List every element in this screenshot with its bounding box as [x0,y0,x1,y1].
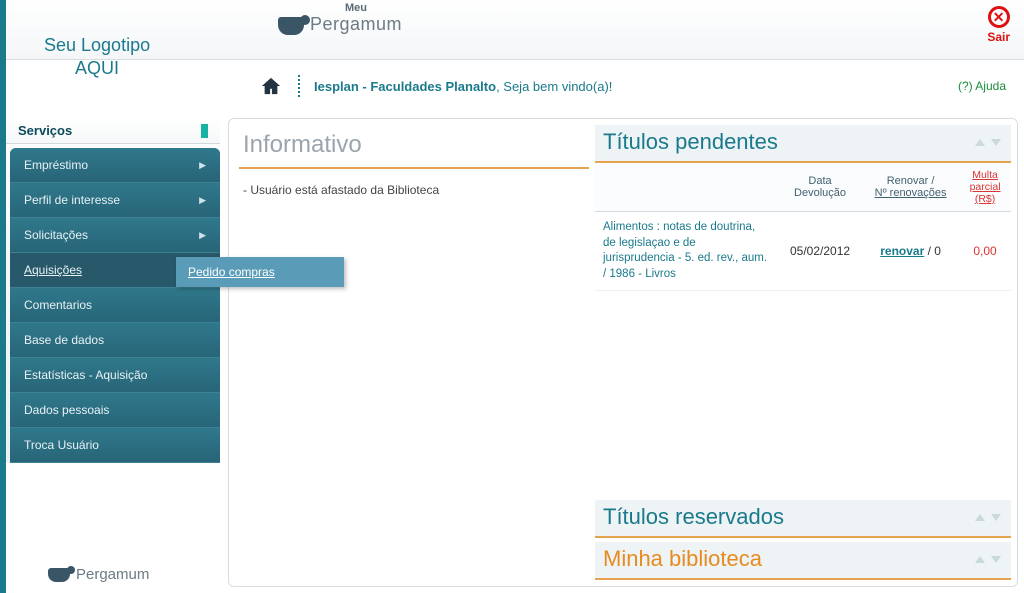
pending-table: Data Devolução Renovar / Nº renovações M… [595,163,1011,291]
arrow-down-icon [991,556,1001,563]
chevron-right-icon: ▶ [199,160,206,171]
sidebar-item-base-dados[interactable]: Base de dados [10,323,220,358]
mylib-header[interactable]: Minha biblioteca [595,542,1011,580]
pending-title: Títulos pendentes [603,129,778,155]
footer-brand: Pergamum [48,566,149,583]
arrow-down-icon [991,139,1001,146]
exit-label: Sair [987,30,1010,44]
sort-arrows[interactable] [973,506,1003,528]
col-date: Data Devolução [778,163,862,212]
sort-arrows[interactable] [973,548,1003,570]
chevron-right-icon: ▶ [199,195,206,206]
main-panel: Informativo - Usuário está afastado da B… [228,118,1018,587]
pergamum-logo-icon [278,17,304,35]
sort-arrows[interactable] [973,131,1003,153]
arrow-up-icon [975,556,985,563]
separator-icon [298,75,300,97]
renew-link[interactable]: renovar [880,244,924,258]
home-icon[interactable] [260,76,282,96]
help-link[interactable]: (?) Ajuda [958,79,1006,93]
chevron-right-icon: ▶ [199,230,206,241]
renew-cell: renovar / 0 [862,212,959,291]
mylib-title: Minha biblioteca [603,546,762,572]
table-row: Alimentos : notas de doutrina, de legisl… [595,212,1011,291]
top-header: Meu Pergamum ✕ Sair [6,0,1024,60]
info-body: - Usuário está afastado da Biblioteca [239,169,589,211]
client-logo-placeholder: Seu Logotipo AQUI [44,34,150,79]
col-title [595,163,778,212]
exit-button[interactable]: ✕ Sair [987,6,1010,44]
info-title: Informativo [239,125,589,169]
arrow-down-icon [991,514,1001,521]
sidebar-menu: Empréstimo ▶ Perfil de interesse ▶ Solic… [10,148,220,463]
info-column: Informativo - Usuário está afastado da B… [239,125,589,580]
sidebar-item-perfil[interactable]: Perfil de interesse ▶ [10,183,220,218]
right-column: Títulos pendentes Data Devolução Reno [595,125,1011,580]
brand-meu: Meu [310,2,402,14]
arrow-up-icon [975,139,985,146]
submenu-pedido-compras[interactable]: Pedido compras [176,257,344,287]
sidebar-item-dados-pessoais[interactable]: Dados pessoais [10,393,220,428]
pending-header: Títulos pendentes [595,125,1011,163]
col-fine: Multa parcial (R$) [959,163,1011,212]
arrow-up-icon [975,514,985,521]
due-date: 05/02/2012 [778,212,862,291]
pending-body: Data Devolução Renovar / Nº renovações M… [595,163,1011,330]
brand: Meu Pergamum [278,2,402,35]
org-name: Iesplan - Faculdades Planalto [314,79,496,94]
sidebar-item-estatisticas[interactable]: Estatísticas - Aquisição [10,358,220,393]
sidebar: Serviços Empréstimo ▶ Perfil de interess… [6,118,220,463]
sidebar-item-comentarios[interactable]: Comentarios [10,288,220,323]
sidebar-item-solicitacoes[interactable]: Solicitações ▶ [10,218,220,253]
col-renew: Renovar / Nº renovações [862,163,959,212]
brand-name: Pergamum [310,14,402,34]
fine-value: 0,00 [959,212,1011,291]
renew-count: 0 [934,244,941,258]
welcome-bar: Iesplan - Faculdades Planalto , Seja bem… [250,70,1016,102]
item-title[interactable]: Alimentos : notas de doutrina, de legisl… [595,212,778,291]
sidebar-item-emprestimo[interactable]: Empréstimo ▶ [10,148,220,183]
close-icon: ✕ [988,6,1010,28]
pergamum-logo-icon [48,568,70,582]
sidebar-header: Serviços [6,118,220,144]
accent-bar-icon [201,124,208,138]
sidebar-item-troca-usuario[interactable]: Troca Usuário [10,428,220,463]
welcome-text: , Seja bem vindo(a)! [496,79,612,94]
reserved-header[interactable]: Títulos reservados [595,500,1011,538]
reserved-title: Títulos reservados [603,504,784,530]
